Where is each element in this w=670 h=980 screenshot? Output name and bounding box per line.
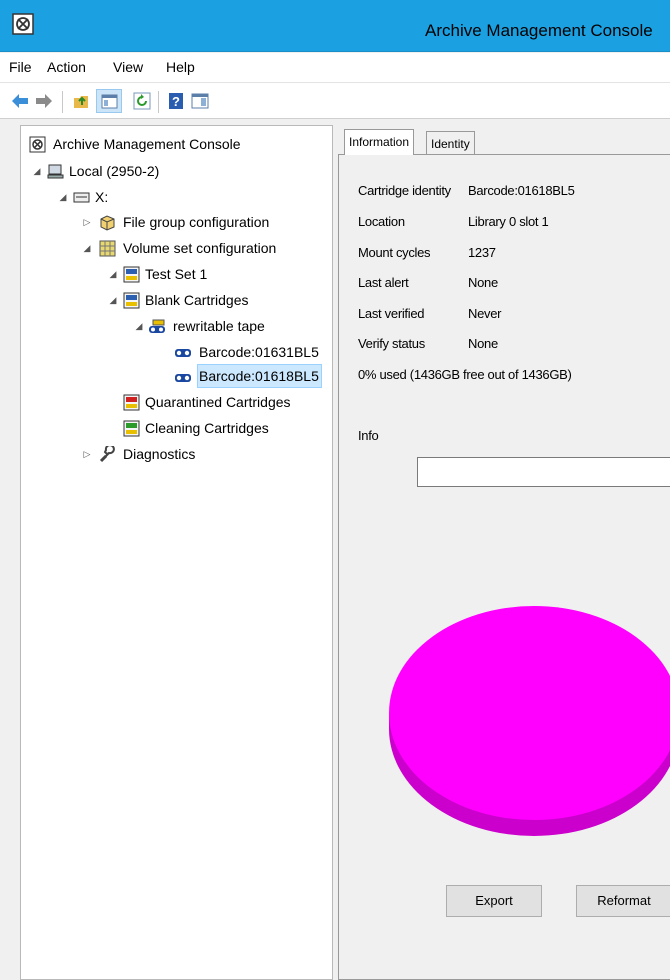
toolbar: ? [0,83,670,119]
expand-arrow-icon[interactable]: ◢ [57,185,69,209]
forward-arrow-icon[interactable] [34,91,54,111]
last-verified-label: Last verified [358,306,425,321]
last-alert-value: None [468,275,498,290]
expand-arrow-icon[interactable]: ◢ [107,262,119,286]
usage-pie-chart [389,606,670,836]
collapse-arrow-icon[interactable]: ▷ [81,442,93,466]
reformat-button[interactable]: Reformat [576,885,670,917]
tab-identity[interactable]: Identity [426,131,475,155]
info-field[interactable] [417,457,670,487]
cartridge-set-icon [123,266,140,283]
cleaning-cartridges-icon [123,420,140,437]
toolbar-separator [158,91,159,113]
svg-text:?: ? [172,94,180,109]
usage-summary: 0% used (1436GB free out of 1436GB) [358,367,572,382]
mount-cycles-value: 1237 [468,245,496,260]
menu-action[interactable]: Action [47,59,86,75]
location-label: Location [358,214,405,229]
mount-cycles-label: Mount cycles [358,245,431,260]
drive-icon [73,192,90,203]
file-group-icon [100,215,115,231]
cartridge-identity-label: Cartridge identity [358,183,451,198]
quarantined-cartridges-icon [123,394,140,411]
toolbar-separator [62,91,63,113]
volume-set-icon [99,240,116,257]
export-button[interactable]: Export [446,885,542,917]
up-folder-icon[interactable] [72,91,92,111]
title-bar: Archive Management Console [0,0,670,52]
menu-view[interactable]: View [113,59,143,75]
info-label: Info [358,428,379,443]
expand-arrow-icon[interactable]: ◢ [31,159,43,183]
tape-cartridge-icon [175,374,191,382]
last-verified-value: Never [468,306,502,321]
details-pane: Information Identity Cartridge identity … [338,125,670,980]
pie-free-slice [389,606,670,820]
expand-arrow-icon[interactable]: ◢ [133,314,145,338]
cartridge-set-icon [123,292,140,309]
menu-bar: File Action View Help [0,53,670,83]
computer-icon [47,164,64,179]
expand-arrow-icon[interactable]: ◢ [81,236,93,260]
location-value: Library 0 slot 1 [468,214,549,229]
verify-status-value: None [468,336,498,351]
tab-information[interactable]: Information [344,129,415,155]
back-arrow-icon[interactable] [10,91,30,111]
tape-type-icon [149,319,165,333]
verify-status-label: Verify status [358,336,425,351]
console-tree[interactable]: Archive Management Console ◢ Local (2950… [20,125,333,980]
refresh-icon[interactable] [132,91,152,111]
menu-file[interactable]: File [9,59,32,75]
expand-arrow-icon[interactable]: ◢ [107,288,119,312]
window-title: Archive Management Console [425,21,653,40]
console-icon [29,136,46,153]
cartridge-identity-value: Barcode:01618BL5 [468,183,575,198]
help-icon[interactable]: ? [166,91,186,111]
last-alert-label: Last alert [358,275,409,290]
show-hide-tree-button[interactable] [96,89,122,113]
show-hide-tree-icon [101,94,118,109]
information-panel: Cartridge identity Barcode:01618BL5 Loca… [338,154,670,980]
menu-help[interactable]: Help [166,59,195,75]
tape-cartridge-icon [175,349,191,357]
wrench-icon [99,446,115,463]
show-action-pane-icon[interactable] [190,91,210,111]
collapse-arrow-icon[interactable]: ▷ [81,210,93,234]
